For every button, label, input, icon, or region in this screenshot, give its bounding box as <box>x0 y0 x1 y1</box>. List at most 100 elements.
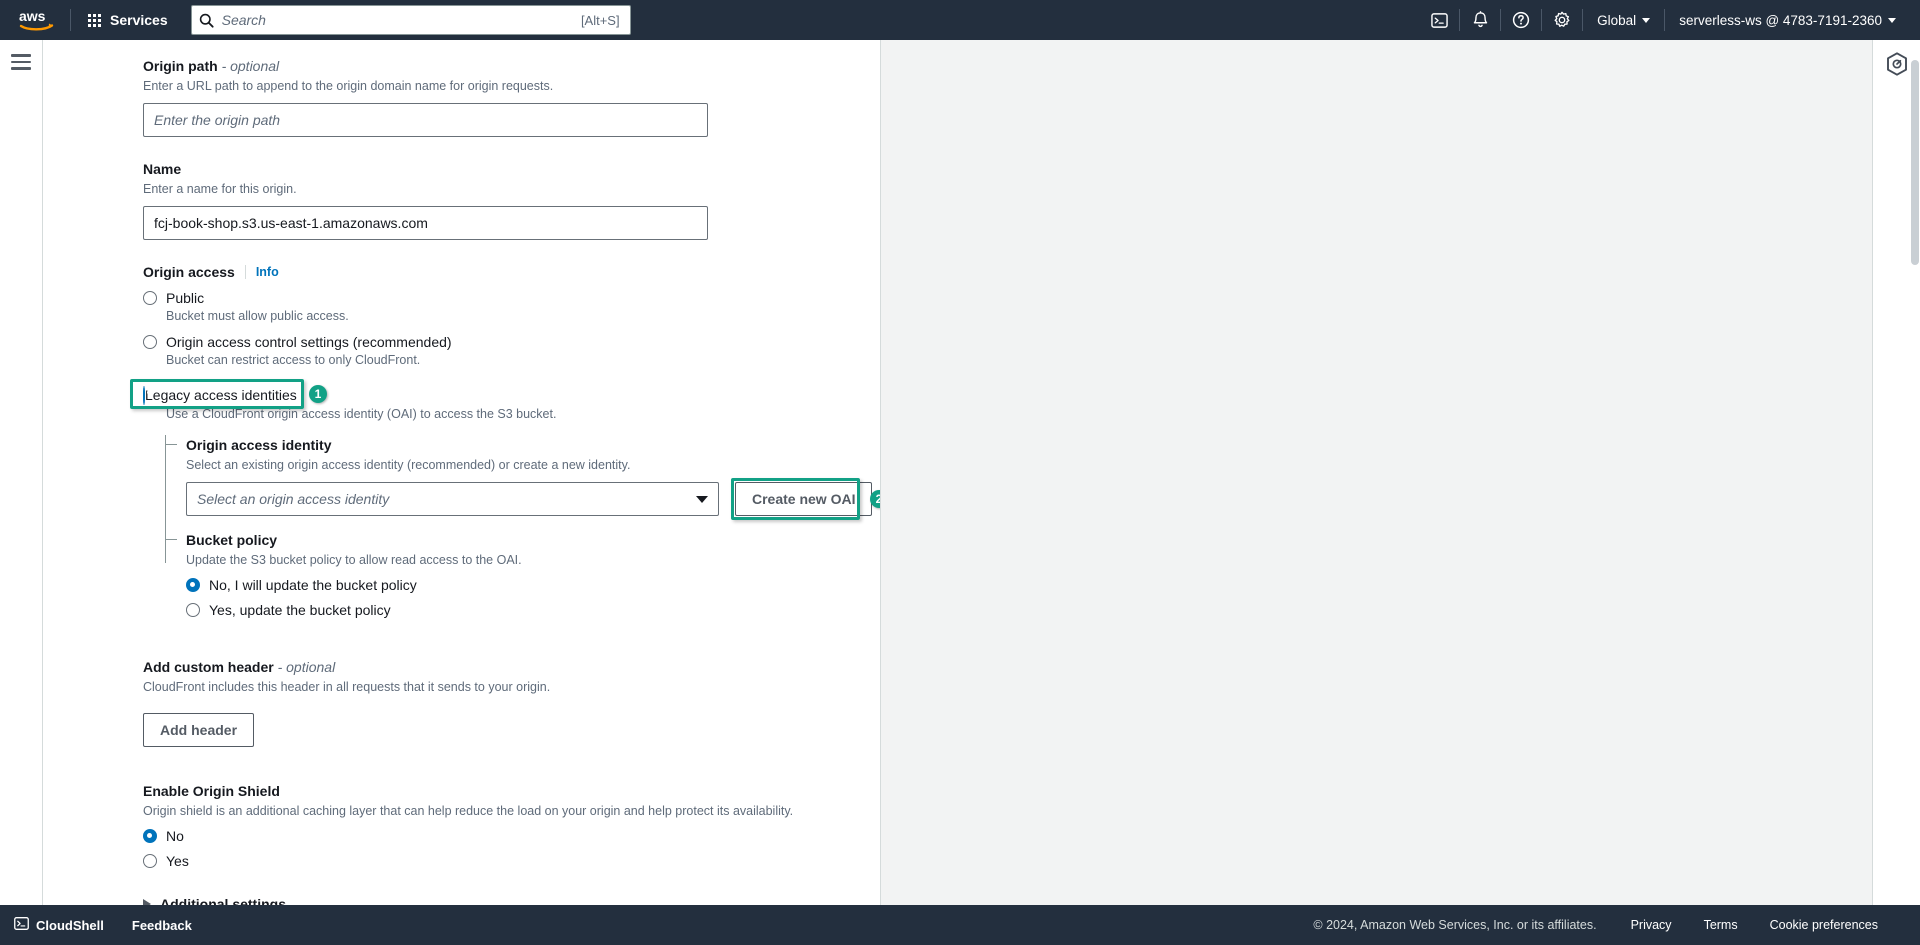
radio-legacy-access-identities-label: Legacy access identities <box>145 387 297 403</box>
radio-origin-access-control-sub: Bucket can restrict access to only Cloud… <box>166 353 421 367</box>
origin-access-identity-group: Origin access identity Select an existin… <box>165 435 880 563</box>
radio-origin-shield-yes-label: Yes <box>166 853 189 869</box>
origin-access-identity-select[interactable]: Select an origin access identity <box>186 482 719 516</box>
services-menu-button[interactable]: Services <box>77 0 179 40</box>
radio-bucket-policy-yes-label: Yes, update the bucket policy <box>209 602 391 618</box>
name-input[interactable] <box>143 206 708 240</box>
origin-access-info-link[interactable]: Info <box>244 265 279 279</box>
bell-icon[interactable] <box>1460 0 1500 40</box>
add-header-button[interactable]: Add header <box>143 713 255 747</box>
cloudshell-icon[interactable] <box>1419 0 1459 40</box>
radio-bucket-policy-no[interactable] <box>186 578 200 592</box>
origin-access-identity-select-placeholder: Select an origin access identity <box>197 491 390 507</box>
radio-origin-shield-no[interactable] <box>143 829 157 843</box>
bucket-policy-group: Bucket policy Update the S3 bucket polic… <box>165 530 880 619</box>
radio-origin-access-control[interactable] <box>143 335 157 349</box>
cloudshell-label: CloudShell <box>36 917 104 933</box>
origin-access-group: Origin access Info Public Bucket must al… <box>130 262 880 619</box>
aws-logo[interactable]: aws <box>10 0 64 40</box>
cloudshell-button[interactable]: CloudShell <box>0 905 118 945</box>
svg-text:aws: aws <box>19 8 46 24</box>
body-area: Origin path - optional Enter a URL path … <box>0 40 1920 905</box>
origin-shield-group: Enable Origin Shield Origin shield is an… <box>143 781 880 870</box>
region-selector[interactable]: Global <box>1583 0 1664 40</box>
account-menu[interactable]: serverless-ws @ 4783-7191-2360 <box>1665 0 1910 40</box>
origin-path-description: Enter a URL path to append to the origin… <box>143 79 554 93</box>
global-search-box[interactable]: [Alt+S] <box>190 5 631 35</box>
legacy-access-identities-radio[interactable]: Legacy access identities 1 <box>130 379 327 409</box>
origin-path-field-group: Origin path - optional Enter a URL path … <box>143 56 880 137</box>
origin-shield-description: Origin shield is an additional caching l… <box>143 804 794 818</box>
origin-access-identity-label: Origin access identity <box>186 437 332 453</box>
custom-header-group: Add custom header - optional CloudFront … <box>143 657 880 747</box>
feedback-label: Feedback <box>131 917 192 933</box>
chevron-down-icon <box>1642 17 1651 23</box>
tree-connector-horizontal-1 <box>165 444 177 445</box>
step-1-badge: 1 <box>309 385 327 403</box>
additional-settings-label: Additional settings <box>160 896 286 905</box>
radio-origin-access-control-label: Origin access control settings (recommen… <box>166 334 452 350</box>
origin-access-header: Origin access Info <box>143 262 880 282</box>
origin-access-option-legacy[interactable]: Legacy access identities 1 Use a CloudFr… <box>130 379 880 423</box>
services-label: Services <box>110 12 168 28</box>
origin-access-label: Origin access <box>143 264 235 280</box>
origin-shield-option-yes[interactable]: Yes <box>143 852 880 870</box>
page-scrollbar-thumb[interactable] <box>1911 60 1919 265</box>
origin-path-input[interactable] <box>143 103 708 137</box>
nav-right-group: Global serverless-ws @ 4783-7191-2360 <box>1419 0 1920 40</box>
name-field-group: Name Enter a name for this origin. <box>143 159 880 240</box>
footer-right-group: © 2024, Amazon Web Services, Inc. or its… <box>1313 918 1920 932</box>
radio-public-label: Public <box>166 290 205 306</box>
cookie-preferences-link[interactable]: Cookie preferences <box>1754 918 1894 932</box>
footer-left-group: CloudShell Feedback <box>0 905 206 945</box>
terms-link[interactable]: Terms <box>1688 918 1754 932</box>
bucket-policy-label: Bucket policy <box>186 532 278 548</box>
origin-settings-panel: Origin path - optional Enter a URL path … <box>43 40 881 905</box>
origin-shield-label: Enable Origin Shield <box>143 783 280 799</box>
gear-icon[interactable] <box>1542 0 1582 40</box>
help-icon[interactable] <box>1501 0 1541 40</box>
cloudshell-icon <box>14 916 29 934</box>
search-shortcut-hint: [Alt+S] <box>580 12 620 28</box>
step-2-badge: 2 <box>870 490 880 508</box>
cloudfront-hexagon-icon[interactable] <box>1883 50 1911 78</box>
radio-bucket-policy-yes[interactable] <box>186 603 200 617</box>
bucket-policy-description: Update the S3 bucket policy to allow rea… <box>186 553 522 567</box>
custom-header-description: CloudFront includes this header in all r… <box>143 680 551 694</box>
radio-legacy-access-identities[interactable] <box>143 386 145 405</box>
radio-public[interactable] <box>143 291 157 305</box>
grid-icon <box>88 13 101 27</box>
left-navigation-rail <box>0 40 43 905</box>
page-scrollbar-track[interactable] <box>1909 40 1920 905</box>
origin-access-identity-description: Select an existing origin access identit… <box>186 458 631 472</box>
origin-path-label: Origin path - optional <box>143 56 880 76</box>
origin-access-option-public[interactable]: Public Bucket must allow public access. <box>143 289 880 325</box>
feedback-button[interactable]: Feedback <box>118 905 206 945</box>
custom-header-optional-tag: - optional <box>277 659 336 675</box>
chevron-down-icon <box>696 495 708 503</box>
radio-origin-shield-no-label: No <box>166 828 184 844</box>
account-label: serverless-ws @ 4783-7191-2360 <box>1679 12 1882 28</box>
origin-path-label-text: Origin path <box>143 58 218 74</box>
radio-origin-shield-yes[interactable] <box>143 854 157 868</box>
copyright-text: © 2024, Amazon Web Services, Inc. or its… <box>1313 918 1597 932</box>
origin-shield-option-no[interactable]: No <box>143 827 880 845</box>
bucket-policy-option-no[interactable]: No, I will update the bucket policy <box>186 576 880 594</box>
privacy-link[interactable]: Privacy <box>1615 918 1688 932</box>
top-navigation-bar: aws Services [Alt+S] <box>0 0 1920 40</box>
search-input[interactable] <box>221 7 581 33</box>
origin-form: Origin path - optional Enter a URL path … <box>43 40 880 905</box>
radio-bucket-policy-no-label: No, I will update the bucket policy <box>209 577 417 593</box>
additional-settings-expander[interactable]: Additional settings <box>143 896 880 905</box>
name-label: Name <box>143 161 182 177</box>
chevron-down-icon <box>1888 17 1896 23</box>
nav-divider-1 <box>70 9 71 31</box>
bucket-policy-option-yes[interactable]: Yes, update the bucket policy <box>186 601 880 619</box>
origin-path-optional-tag: - optional <box>221 58 280 74</box>
create-new-oai-button[interactable]: Create new OAI <box>735 482 873 516</box>
region-label: Global <box>1597 12 1637 28</box>
tree-connector-horizontal-2 <box>165 539 177 540</box>
name-description: Enter a name for this origin. <box>143 182 297 196</box>
hamburger-icon[interactable] <box>11 54 31 70</box>
origin-access-option-oac[interactable]: Origin access control settings (recommen… <box>143 333 880 369</box>
